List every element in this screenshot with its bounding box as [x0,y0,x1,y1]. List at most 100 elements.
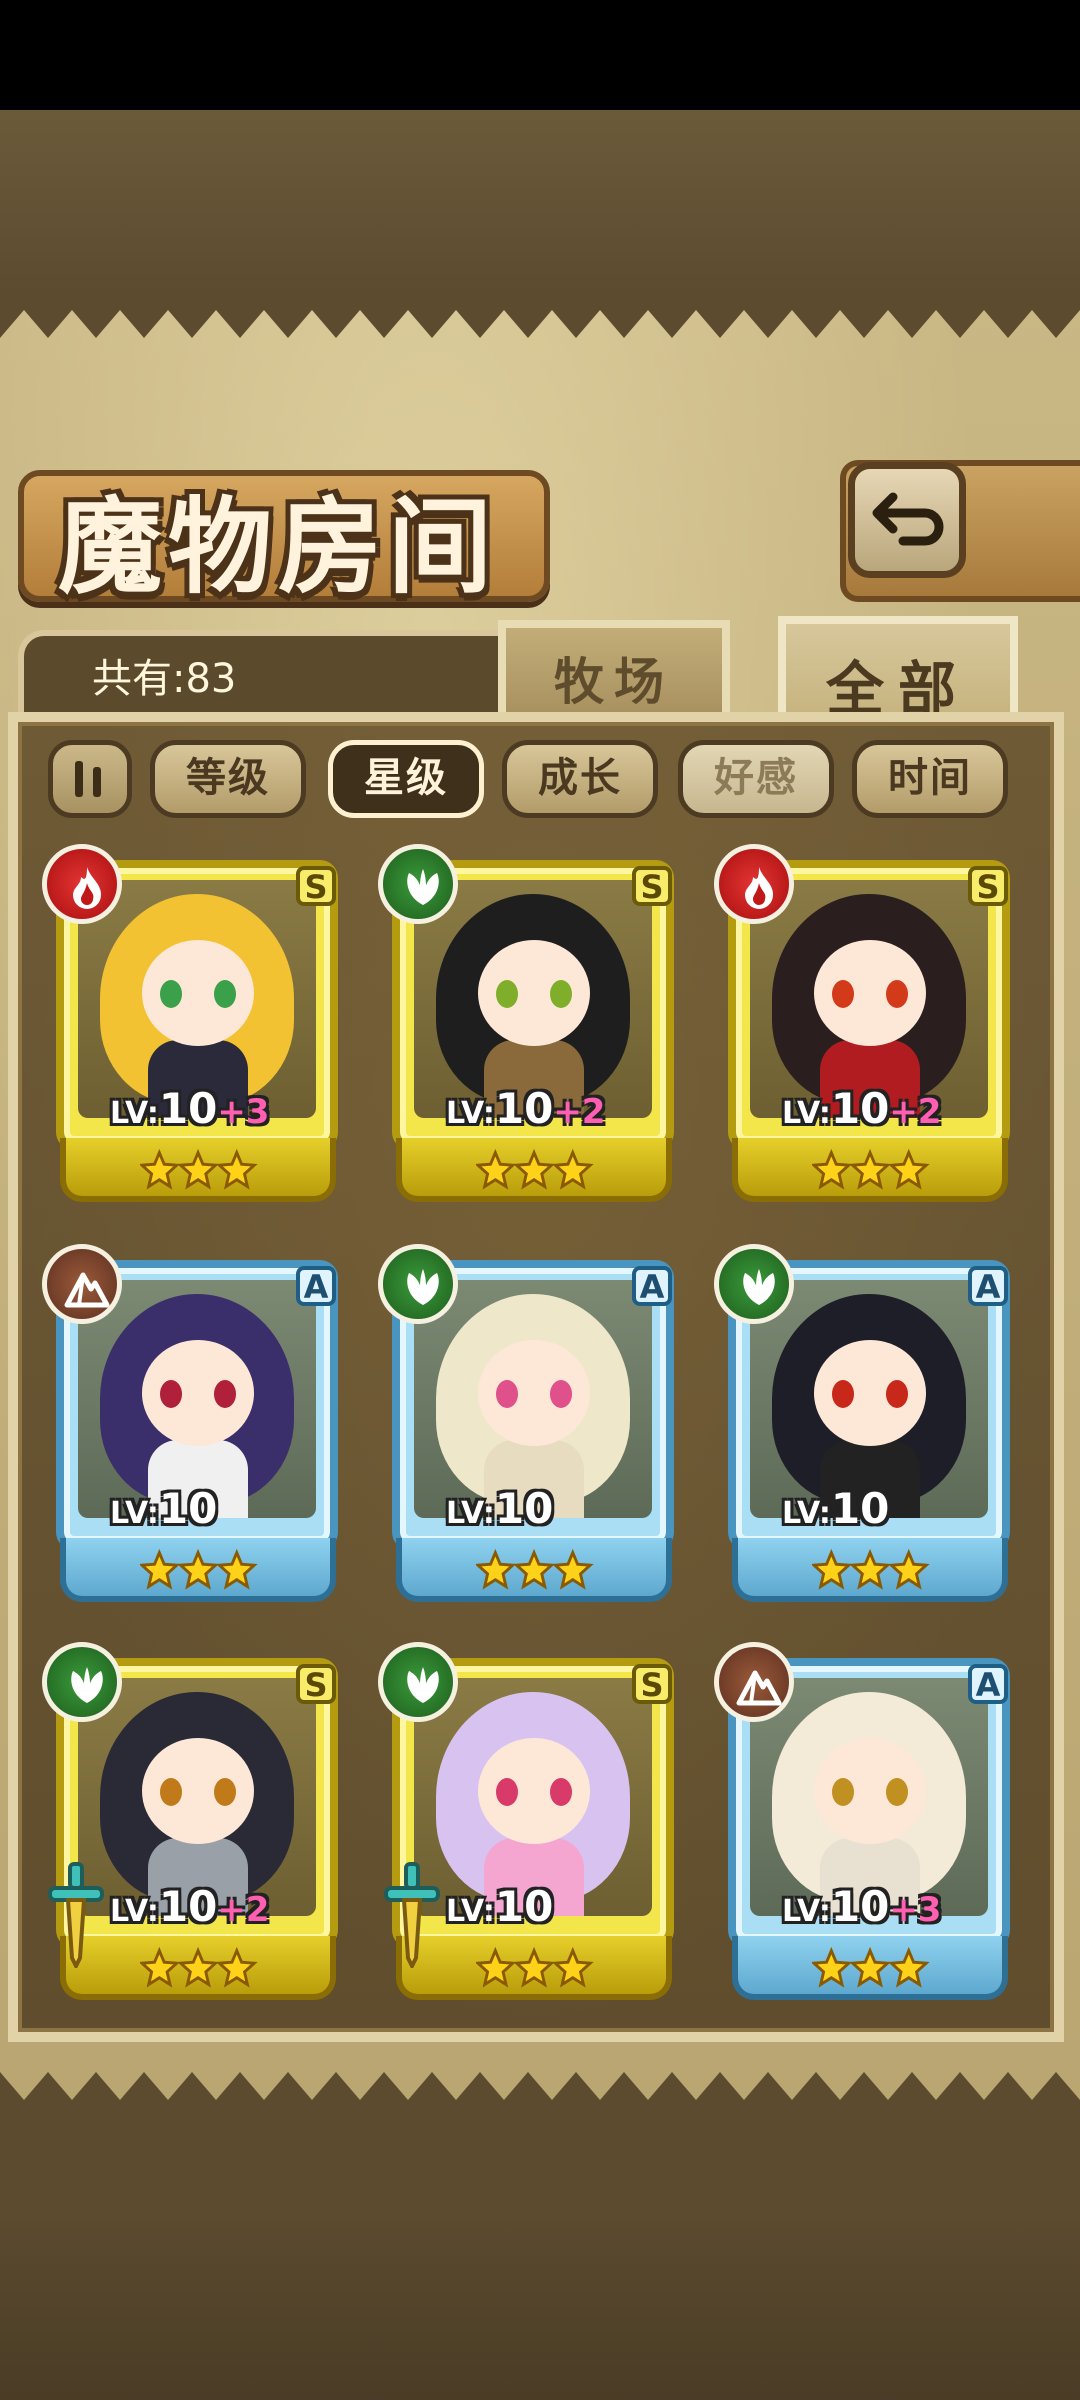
level-bonus: +2 [217,1890,270,1930]
star-icon [140,1946,181,1988]
monster-portrait [750,880,988,1118]
weapon-sword-icon [48,1862,104,1968]
star-rating [476,1148,594,1190]
level-label: LV: [110,1894,159,1929]
star-icon [812,1148,853,1190]
map-strip-bottom [0,2210,1080,2400]
filter-time[interactable]: 时间 [852,740,1008,818]
rank-badge: A [632,1266,672,1306]
level-value: 10 [158,1882,218,1931]
star-icon [849,1148,891,1190]
map-strip-top [0,110,1080,295]
earth-element-icon [42,1244,122,1324]
star-icon [177,1148,219,1190]
level-bonus: +2 [889,1092,942,1132]
fire-element-icon [42,844,122,924]
rank-badge: S [632,866,672,906]
star-icon [513,1946,555,1988]
monster-portrait [414,1678,652,1916]
monster-card[interactable]: A LV:10+3 [714,1642,1022,2028]
monster-card[interactable]: A LV:10 [714,1244,1022,1630]
star-rating [140,1548,258,1590]
sort-order-toggle[interactable] [48,740,132,818]
level-value: 10 [494,1882,554,1931]
earth-element-icon [714,1642,794,1722]
monster-card[interactable]: S LV:10+2 [42,1642,350,2028]
monster-card[interactable]: S LV:10 [378,1642,686,2028]
nature-element-icon [42,1642,122,1722]
back-button[interactable] [848,462,966,578]
monster-card[interactable]: S LV:10+2 [714,844,1022,1230]
star-icon [476,1548,517,1590]
rank-badge: A [968,1664,1008,1704]
nature-element-icon [714,1244,794,1324]
star-rating [140,1148,258,1190]
rank-badge: S [296,1664,336,1704]
star-icon [140,1148,181,1190]
star-icon [215,1946,258,1988]
star-icon [140,1548,181,1590]
level-text: LV:10 [782,1484,889,1533]
star-rating [476,1548,594,1590]
level-text: LV:10+2 [446,1084,605,1133]
star-icon [551,1946,594,1988]
star-rating [476,1946,594,1988]
monster-portrait [750,1678,988,1916]
zigzag-border-bottom [0,2072,1080,2220]
zigzag-border-top [0,290,1080,338]
star-icon [476,1148,517,1190]
monster-card[interactable]: A LV:10 [42,1244,350,1630]
star-icon [215,1548,258,1590]
star-icon [476,1946,517,1988]
tab-all[interactable]: 全部 [778,616,1018,724]
star-icon [513,1148,555,1190]
level-value: 10 [494,1484,554,1533]
filter-affection[interactable]: 好感 [678,740,834,818]
filter-star[interactable]: 星级 [328,740,484,818]
level-label: LV: [782,1496,831,1531]
monster-portrait [78,1280,316,1518]
star-rating [812,1946,930,1988]
monster-card[interactable]: S LV:10+2 [378,844,686,1230]
rank-badge: S [632,1664,672,1704]
monster-card[interactable]: S LV:10+3 [42,844,350,1230]
monster-card[interactable]: A LV:10 [378,1244,686,1630]
star-icon [513,1548,555,1590]
level-value: 10 [830,1484,890,1533]
level-label: LV: [782,1894,831,1929]
level-label: LV: [446,1894,495,1929]
star-icon [887,1548,930,1590]
star-rating [140,1946,258,1988]
rank-badge: A [968,1266,1008,1306]
level-text: LV:10 [446,1882,553,1931]
level-value: 10 [158,1484,218,1533]
monster-portrait [414,1280,652,1518]
filter-level[interactable]: 等级 [150,740,306,818]
sort-toggle-icon-bar [93,767,101,797]
fire-element-icon [714,844,794,924]
star-icon [215,1148,258,1190]
nature-element-icon [378,1244,458,1324]
star-icon [551,1548,594,1590]
star-icon [177,1548,219,1590]
filter-growth[interactable]: 成长 [502,740,658,818]
level-text: LV:10+3 [110,1084,269,1133]
level-bonus: +2 [553,1092,606,1132]
star-rating [812,1548,930,1590]
rank-badge: S [968,866,1008,906]
monster-portrait [78,880,316,1118]
nature-element-icon [378,844,458,924]
level-label: LV: [110,1096,159,1131]
star-icon [849,1946,891,1988]
level-text: LV:10+2 [110,1882,269,1931]
monster-portrait [414,880,652,1118]
star-icon [812,1946,853,1988]
monster-portrait [750,1280,988,1518]
tab-pasture[interactable]: 牧场 [498,620,730,712]
level-bonus: +3 [217,1092,270,1132]
monster-portrait [78,1678,316,1916]
level-text: LV:10 [446,1484,553,1533]
page-title: 魔物房间 [58,485,499,608]
level-label: LV: [110,1496,159,1531]
level-text: LV:10 [110,1484,217,1533]
